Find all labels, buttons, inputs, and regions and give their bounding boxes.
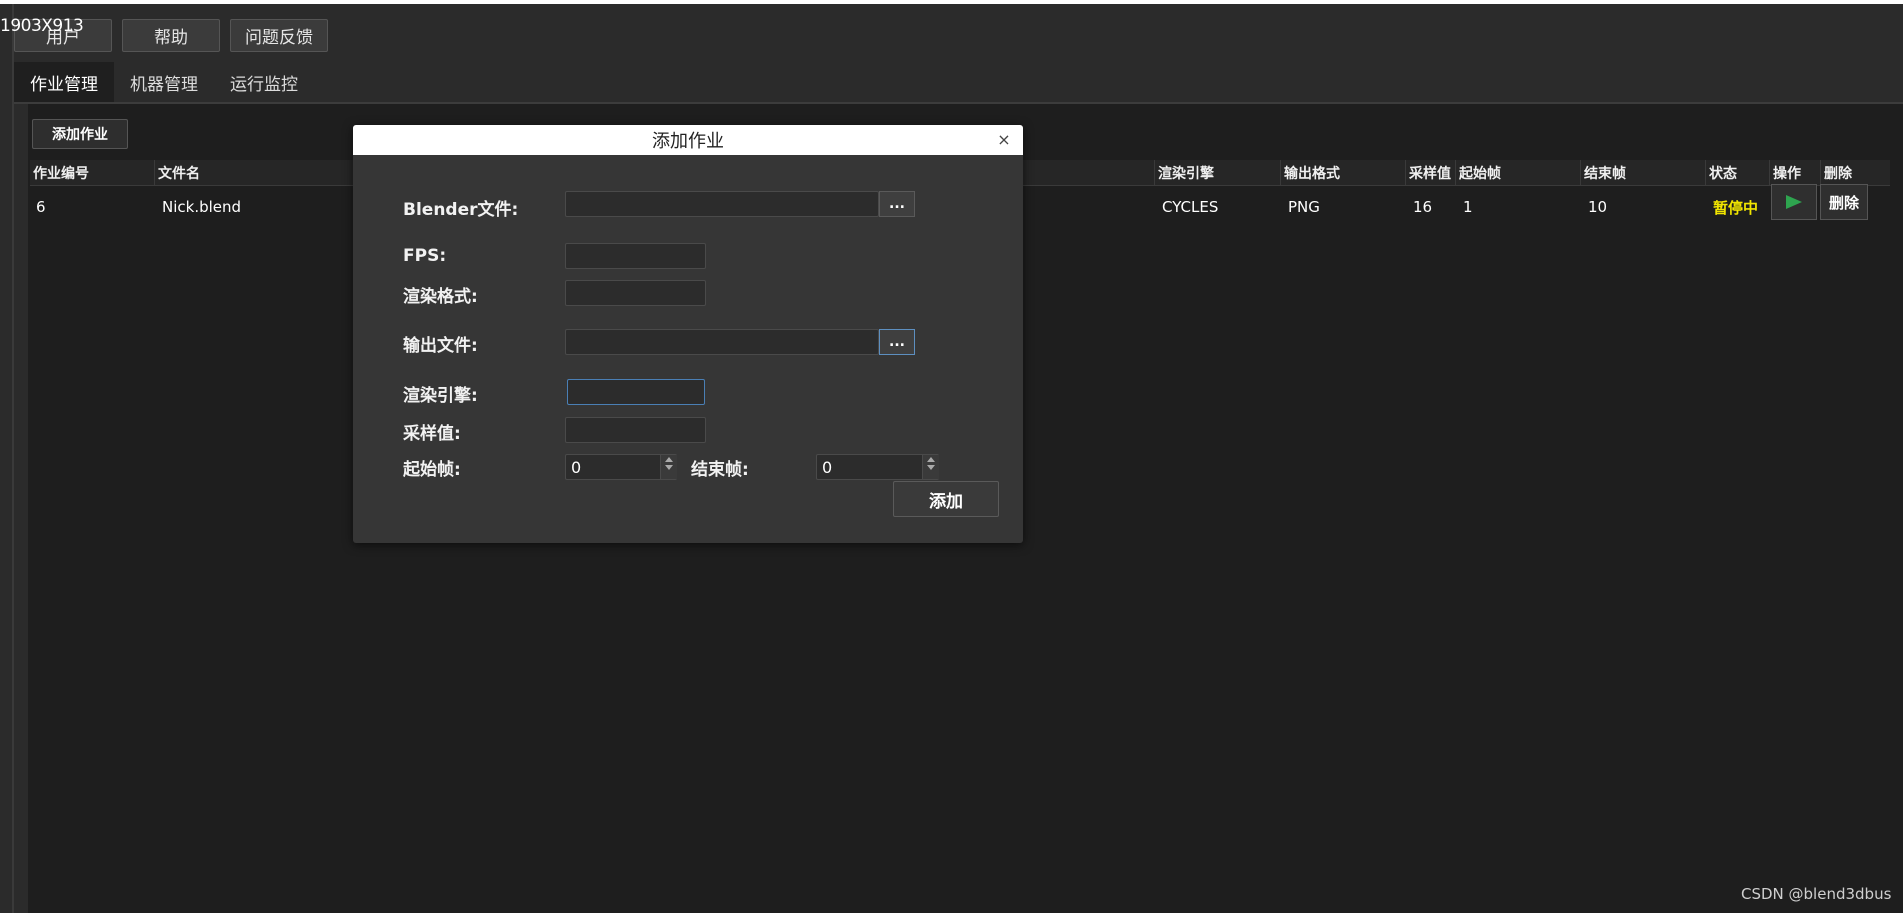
app-window: 用户 帮助 问题反馈 作业管理 机器管理 运行监控 添加作业 作业编号 文件名 … [0,4,1903,913]
feedback-button[interactable]: 问题反馈 [230,19,328,52]
chevron-down-icon [665,465,673,470]
cell-format: PNG [1288,198,1320,216]
header-status[interactable]: 状态 [1705,160,1769,186]
end-frame-label: 结束帧: [691,460,749,480]
tab-machine-management[interactable]: 机器管理 [114,62,214,102]
header-format[interactable]: 输出格式 [1280,160,1405,186]
tab-run-monitor[interactable]: 运行监控 [214,62,314,102]
header-end-frame[interactable]: 结束帧 [1580,160,1705,186]
resolution-overlay-label: 1903X913 [0,16,84,36]
delete-button[interactable]: 删除 [1820,184,1868,220]
header-start-frame[interactable]: 起始帧 [1455,160,1580,186]
output-file-input[interactable] [565,329,879,355]
cell-job-id: 6 [36,198,46,216]
cell-file-name: Nick.blend [162,198,242,216]
play-button[interactable] [1771,184,1817,220]
help-button[interactable]: 帮助 [122,19,220,52]
left-border [0,4,14,913]
main-tabs: 作业管理 机器管理 运行监控 [14,62,314,102]
add-job-dialog: 添加作业 × Blender文件: ... FPS: 渲染格式: 输出文件: .… [353,125,1023,543]
dialog-title: 添加作业 [353,125,1023,155]
fps-input[interactable] [565,243,706,269]
add-button[interactable]: 添加 [893,481,999,517]
fps-label: FPS: [403,246,447,266]
chevron-up-icon [665,457,673,462]
blender-file-browse-button[interactable]: ... [879,191,915,217]
cell-end-frame: 10 [1588,198,1608,216]
cell-samples: 16 [1413,198,1433,216]
chevron-down-icon [927,465,935,470]
blender-file-input[interactable] [565,191,879,217]
play-icon [1786,195,1802,209]
render-format-input[interactable] [565,280,706,306]
output-file-browse-button[interactable]: ... [879,329,915,355]
end-frame-input[interactable]: 0 [816,454,939,480]
start-frame-stepper[interactable] [660,455,677,479]
cell-start-frame: 1 [1463,198,1473,216]
output-file-label: 输出文件: [403,336,478,356]
samples-label: 采样值: [403,424,461,444]
blender-file-label: Blender文件: [403,200,519,220]
start-frame-label: 起始帧: [403,460,461,480]
chevron-up-icon [927,457,935,462]
engine-label: 渲染引擎: [403,386,478,406]
tab-job-management[interactable]: 作业管理 [14,62,114,102]
header-samples[interactable]: 采样值 [1405,160,1455,186]
header-delete[interactable]: 删除 [1820,160,1890,186]
samples-input[interactable] [565,417,706,443]
end-frame-stepper[interactable] [922,455,939,479]
engine-input[interactable] [567,379,705,405]
header-job-id[interactable]: 作业编号 [30,160,154,186]
header-engine[interactable]: 渲染引擎 [1154,160,1280,186]
render-format-label: 渲染格式: [403,287,478,307]
close-icon[interactable]: × [995,130,1013,149]
watermark: CSDN @blend3dbus [1741,885,1892,903]
cell-engine: CYCLES [1162,198,1219,216]
header-action[interactable]: 操作 [1769,160,1820,186]
status-badge: 暂停中 [1713,198,1759,217]
add-job-button[interactable]: 添加作业 [32,119,128,149]
